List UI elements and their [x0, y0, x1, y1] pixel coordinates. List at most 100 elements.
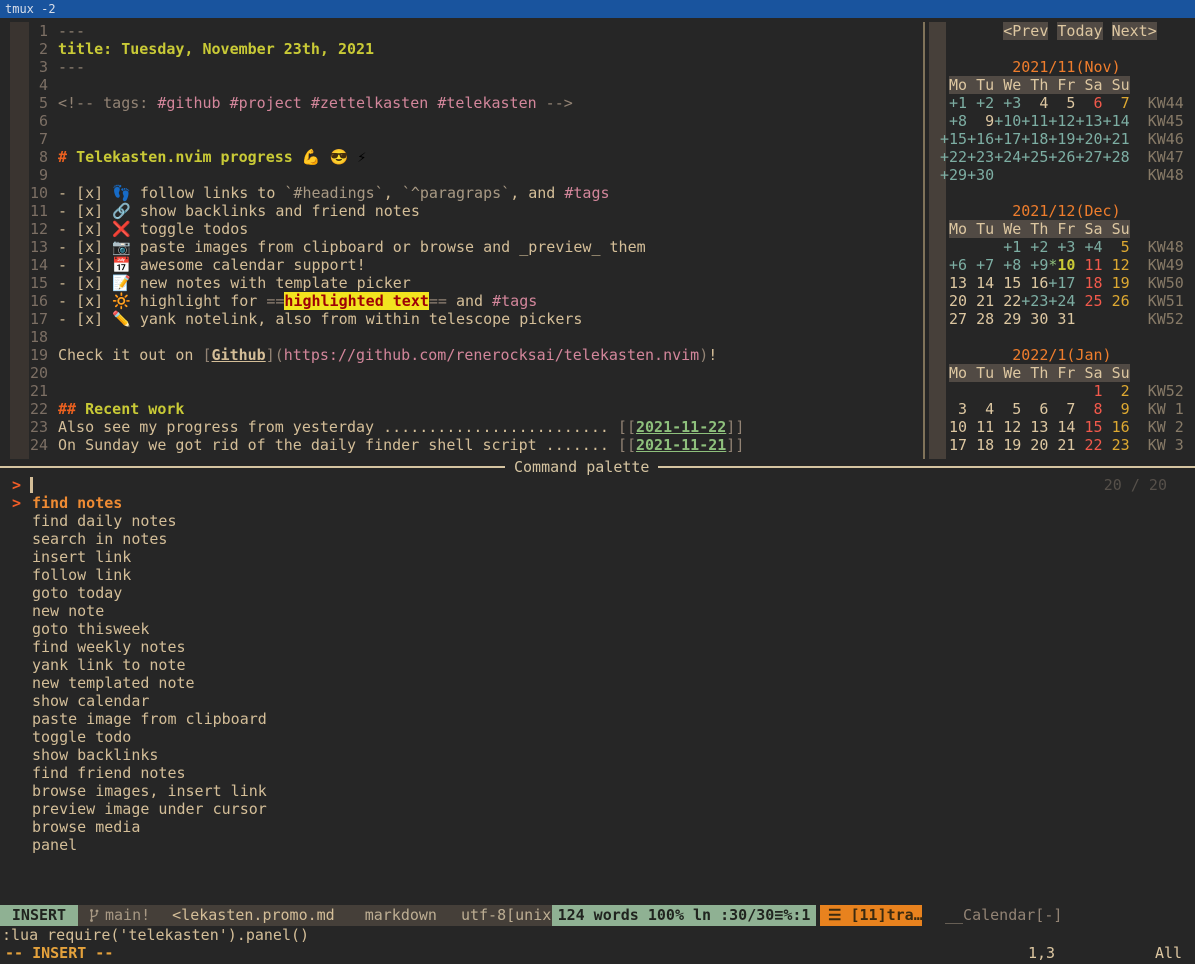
- calendar-day[interactable]: 22: [1075, 436, 1102, 454]
- calendar-day[interactable]: +17: [1048, 274, 1075, 292]
- wikilink[interactable]: 2021-11-22: [636, 418, 726, 436]
- palette-item[interactable]: >find notes: [0, 494, 920, 512]
- calendar-day[interactable]: +1: [940, 94, 967, 112]
- link-url[interactable]: https://github.com/renerocksai/telekaste…: [284, 346, 699, 364]
- palette-item[interactable]: yank link to note: [0, 656, 920, 674]
- calendar-day[interactable]: 10: [940, 418, 967, 436]
- calendar-day[interactable]: 5: [994, 400, 1021, 418]
- calendar-day[interactable]: +30: [967, 166, 994, 184]
- calendar-day[interactable]: 13: [1021, 418, 1048, 436]
- calendar-day[interactable]: 3: [940, 400, 967, 418]
- next-button[interactable]: Next>: [1112, 22, 1157, 40]
- calendar-day[interactable]: 6: [1075, 94, 1102, 112]
- link-text[interactable]: Github: [212, 346, 266, 364]
- calendar-day[interactable]: 2: [1103, 382, 1130, 400]
- calendar-day[interactable]: +1: [994, 238, 1021, 256]
- palette-item[interactable]: new note: [0, 602, 920, 620]
- calendar-day[interactable]: 27: [940, 310, 967, 328]
- calendar-day[interactable]: 22: [994, 292, 1021, 310]
- calendar-day[interactable]: 17: [940, 436, 967, 454]
- calendar-day[interactable]: 31: [1048, 310, 1075, 328]
- calendar-day[interactable]: +18: [1021, 130, 1048, 148]
- palette-item[interactable]: paste image from clipboard: [0, 710, 920, 728]
- palette-prompt[interactable]: > 20 / 20: [0, 476, 1195, 494]
- calendar-day[interactable]: +21: [1103, 130, 1130, 148]
- calendar-day[interactable]: +29: [940, 166, 967, 184]
- calendar-day[interactable]: 9: [967, 112, 994, 130]
- palette-item[interactable]: preview image under cursor: [0, 800, 920, 818]
- calendar-day[interactable]: +6: [940, 256, 967, 274]
- calendar-day[interactable]: 25: [1075, 292, 1102, 310]
- calendar-day[interactable]: 14: [1048, 418, 1075, 436]
- calendar-day[interactable]: 21: [1048, 436, 1075, 454]
- calendar-day[interactable]: 16: [1021, 274, 1048, 292]
- palette-item[interactable]: find daily notes: [0, 512, 920, 530]
- calendar-day[interactable]: +11: [1021, 112, 1048, 130]
- calendar-day[interactable]: 11: [1075, 256, 1102, 274]
- calendar-day[interactable]: 26: [1103, 292, 1130, 310]
- calendar-day[interactable]: 4: [1021, 94, 1048, 112]
- calendar-day[interactable]: +2: [1021, 238, 1048, 256]
- calendar-day[interactable]: 4: [967, 400, 994, 418]
- calendar-day[interactable]: +8: [994, 256, 1021, 274]
- editor-buffer[interactable]: 1---2title: Tuesday, November 23th, 2021…: [0, 22, 920, 459]
- palette-item[interactable]: new templated note: [0, 674, 920, 692]
- prev-button[interactable]: <Prev: [1003, 22, 1048, 40]
- calendar-day[interactable]: +23: [1021, 292, 1048, 310]
- calendar-day[interactable]: 16: [1103, 418, 1130, 436]
- wikilink[interactable]: 2021-11-21: [636, 436, 726, 454]
- calendar-day[interactable]: 11: [967, 418, 994, 436]
- calendar-day[interactable]: +19: [1048, 130, 1075, 148]
- calendar-day[interactable]: 28: [967, 310, 994, 328]
- today-button[interactable]: Today: [1057, 22, 1102, 40]
- calendar-day[interactable]: +3: [994, 94, 1021, 112]
- palette-item[interactable]: show backlinks: [0, 746, 920, 764]
- palette-item[interactable]: follow link: [0, 566, 920, 584]
- palette-item[interactable]: show calendar: [0, 692, 920, 710]
- calendar-day[interactable]: 7: [1103, 94, 1130, 112]
- calendar-day[interactable]: 7: [1048, 400, 1075, 418]
- calendar-day[interactable]: +24: [994, 148, 1021, 166]
- calendar-day[interactable]: +14: [1103, 112, 1130, 130]
- calendar-day[interactable]: 29: [994, 310, 1021, 328]
- command-line[interactable]: :lua require('telekasten').panel(): [2, 926, 309, 944]
- tag[interactable]: #github: [157, 94, 220, 112]
- tag[interactable]: #tags: [564, 184, 609, 202]
- palette-item[interactable]: insert link: [0, 548, 920, 566]
- calendar-day[interactable]: 20: [940, 292, 967, 310]
- calendar-day[interactable]: +17: [994, 130, 1021, 148]
- calendar-day[interactable]: 21: [967, 292, 994, 310]
- buffer-tabs[interactable]: ☰ [11]tra…: [820, 905, 922, 926]
- calendar-day[interactable]: +9: [1021, 256, 1048, 274]
- calendar-day[interactable]: +7: [967, 256, 994, 274]
- calendar-day[interactable]: +4: [1075, 238, 1102, 256]
- calendar-day[interactable]: +24: [1048, 292, 1075, 310]
- calendar-day[interactable]: +27: [1075, 148, 1102, 166]
- calendar-day[interactable]: 1: [1075, 382, 1102, 400]
- palette-item[interactable]: goto today: [0, 584, 920, 602]
- calendar-day[interactable]: +16: [967, 130, 994, 148]
- calendar-day[interactable]: 5: [1048, 94, 1075, 112]
- calendar-day[interactable]: 14: [967, 274, 994, 292]
- tag[interactable]: #tags: [492, 292, 537, 310]
- palette-item[interactable]: find friend notes: [0, 764, 920, 782]
- tag[interactable]: #zettelkasten: [311, 94, 428, 112]
- calendar-day[interactable]: 8: [1075, 400, 1102, 418]
- calendar-day[interactable]: +25: [1021, 148, 1048, 166]
- calendar-day[interactable]: 12: [1103, 256, 1130, 274]
- calendar-day[interactable]: +28: [1103, 148, 1130, 166]
- calendar-day[interactable]: +26: [1048, 148, 1075, 166]
- calendar-day[interactable]: +12: [1048, 112, 1075, 130]
- palette-item[interactable]: panel: [0, 836, 920, 854]
- palette-item[interactable]: browse media: [0, 818, 920, 836]
- calendar-day[interactable]: 15: [1075, 418, 1102, 436]
- tag[interactable]: #project: [230, 94, 302, 112]
- calendar-day[interactable]: +20: [1075, 130, 1102, 148]
- calendar-day[interactable]: 5: [1103, 238, 1130, 256]
- tag[interactable]: #telekasten: [437, 94, 536, 112]
- calendar-day[interactable]: +15: [940, 130, 967, 148]
- calendar-day[interactable]: 18: [967, 436, 994, 454]
- palette-item[interactable]: find weekly notes: [0, 638, 920, 656]
- calendar-day[interactable]: +10: [994, 112, 1021, 130]
- calendar-day-today[interactable]: 10: [1057, 256, 1075, 274]
